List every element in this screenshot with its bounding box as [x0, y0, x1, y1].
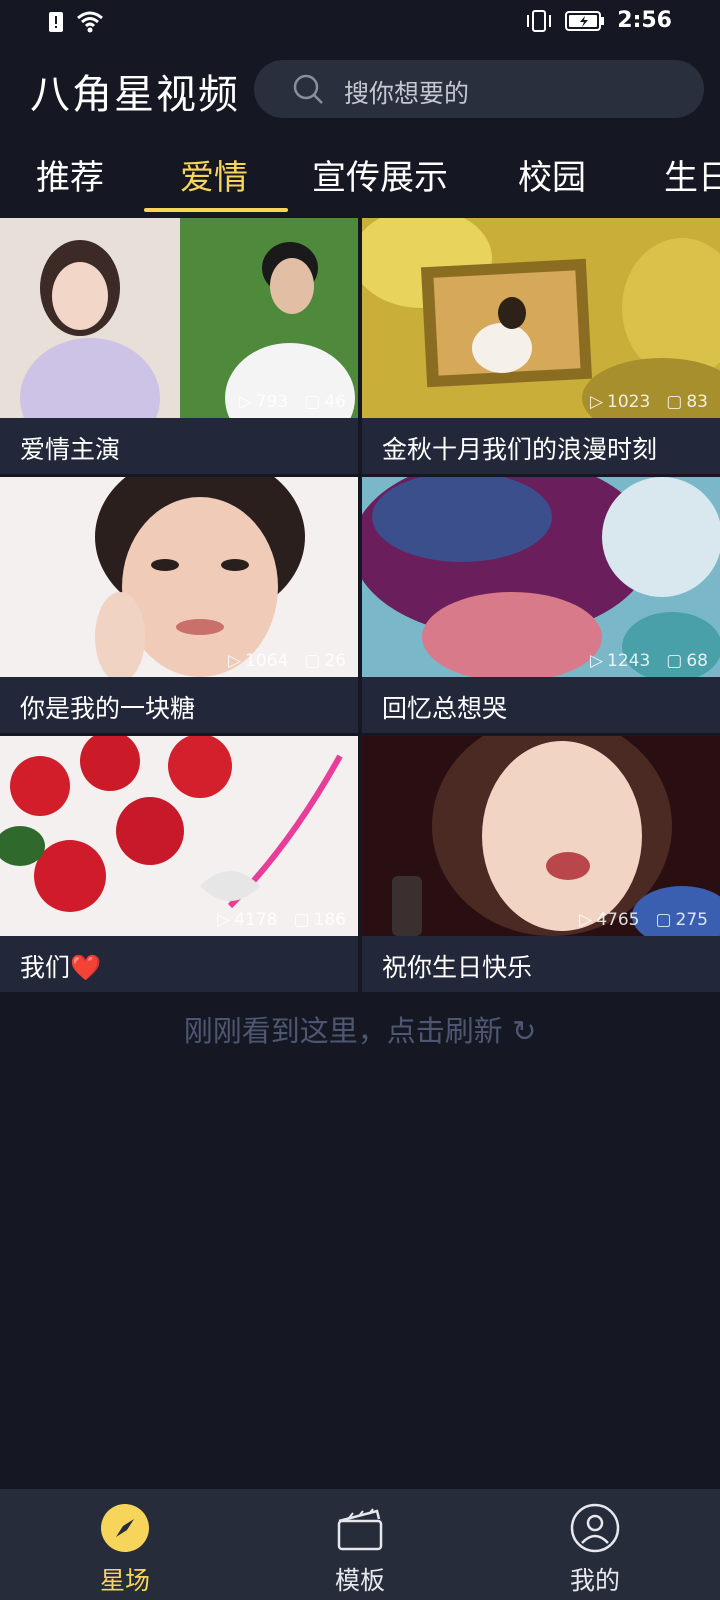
heart-emoji: ❤️ [70, 953, 102, 982]
nav-label: 星场 [99, 1566, 150, 1595]
video-title: 我们❤️ [20, 953, 102, 982]
like-count: 46 [324, 392, 346, 412]
clapperboard-icon [337, 1508, 383, 1551]
video-card[interactable]: ▷ 793 ▢ 46 爱情主演 [0, 218, 358, 474]
video-card[interactable]: ▷ 4178 ▢ 186 我们❤️ [0, 736, 358, 992]
tab-promo[interactable]: 宣传展示 [312, 150, 448, 199]
app-header: 八角星视频 搜你想要的 [0, 52, 720, 128]
play-count-icon: ▷ [579, 910, 593, 930]
search-icon [293, 74, 323, 104]
clock: 2:56 [617, 8, 672, 33]
battery-saver-icon [49, 12, 63, 32]
video-title: 金秋十月我们的浪漫时刻 [382, 435, 658, 464]
comment-icon: ▢ [304, 651, 321, 671]
view-count: 4765 [596, 910, 640, 930]
view-count: 1243 [607, 651, 651, 671]
play-count-icon: ▷ [589, 651, 604, 671]
like-count: 186 [313, 910, 346, 930]
video-thumbnail: ▷ 793 ▢ 46 [0, 218, 358, 418]
play-count-icon: ▷ [227, 651, 242, 671]
vibrate-icon [527, 9, 552, 32]
comment-icon: ▢ [304, 392, 321, 412]
video-card[interactable]: ▷ 1023 ▢ 83 金秋十月我们的浪漫时刻 [362, 218, 720, 474]
video-thumbnail: ▷ 4765 ▢ 275 [362, 736, 720, 936]
bottom-nav: 星场 模板 我的 [0, 1489, 720, 1600]
comment-icon: ▢ [666, 392, 683, 412]
video-card[interactable]: ▷ 1243 ▢ 68 回忆总想哭 [362, 477, 720, 733]
video-card[interactable]: ▷ 1064 ▢ 26 你是我的一块糖 [0, 477, 358, 733]
search-placeholder: 搜你想要的 [344, 79, 470, 108]
comment-icon: ▢ [666, 651, 683, 671]
video-thumbnail: ▷ 1243 ▢ 68 [362, 477, 720, 677]
play-count-icon: ▷ [589, 392, 604, 412]
nav-label: 我的 [569, 1566, 620, 1595]
nav-label: 模板 [334, 1566, 385, 1595]
like-count: 26 [324, 651, 346, 671]
category-tabs: 推荐 爱情 宣传展示 校园 生日 [0, 138, 720, 214]
comment-icon: ▢ [293, 910, 310, 930]
view-count: 1064 [245, 651, 289, 671]
battery-charging-icon [565, 10, 605, 31]
nav-profile[interactable]: 我的 [525, 1503, 665, 1597]
view-count: 4178 [234, 910, 278, 930]
tab-birthday[interactable]: 生日 [664, 150, 720, 199]
video-card[interactable]: ▷ 4765 ▢ 275 祝你生日快乐 [362, 736, 720, 992]
view-count: 1023 [607, 392, 651, 412]
video-thumbnail: ▷ 1064 ▢ 26 [0, 477, 358, 677]
refresh-prompt[interactable]: 刚刚看到这里，点击刷新 ↻ [0, 1008, 720, 1050]
like-count: 68 [686, 651, 708, 671]
nav-templates[interactable]: 模板 [290, 1503, 430, 1597]
view-count: 793 [255, 392, 289, 412]
video-thumbnail: ▷ 1023 ▢ 83 [362, 218, 720, 418]
profile-icon [570, 1503, 620, 1553]
tab-recommended[interactable]: 推荐 [36, 150, 104, 199]
video-title: 你是我的一块糖 [20, 694, 196, 723]
status-bar: 2:56 [0, 0, 720, 48]
comment-icon: ▢ [655, 910, 672, 930]
wifi-icon [77, 11, 103, 33]
play-count-icon: ▷ [238, 392, 252, 412]
active-tab-indicator [144, 208, 288, 212]
app-title: 八角星视频 [30, 72, 240, 118]
video-thumbnail: ▷ 4178 ▢ 186 [0, 736, 358, 936]
nav-star-square[interactable]: 星场 [55, 1503, 195, 1597]
video-title: 回忆总想哭 [382, 694, 508, 723]
compass-icon [101, 1504, 149, 1552]
video-title: 爱情主演 [20, 435, 121, 464]
video-title: 祝你生日快乐 [382, 953, 533, 982]
tab-campus[interactable]: 校园 [518, 150, 586, 199]
like-count: 275 [675, 910, 708, 930]
play-count-icon: ▷ [217, 910, 231, 930]
tab-love[interactable]: 爱情 [180, 150, 248, 199]
search-input[interactable]: 搜你想要的 [254, 60, 704, 118]
like-count: 83 [686, 392, 708, 412]
